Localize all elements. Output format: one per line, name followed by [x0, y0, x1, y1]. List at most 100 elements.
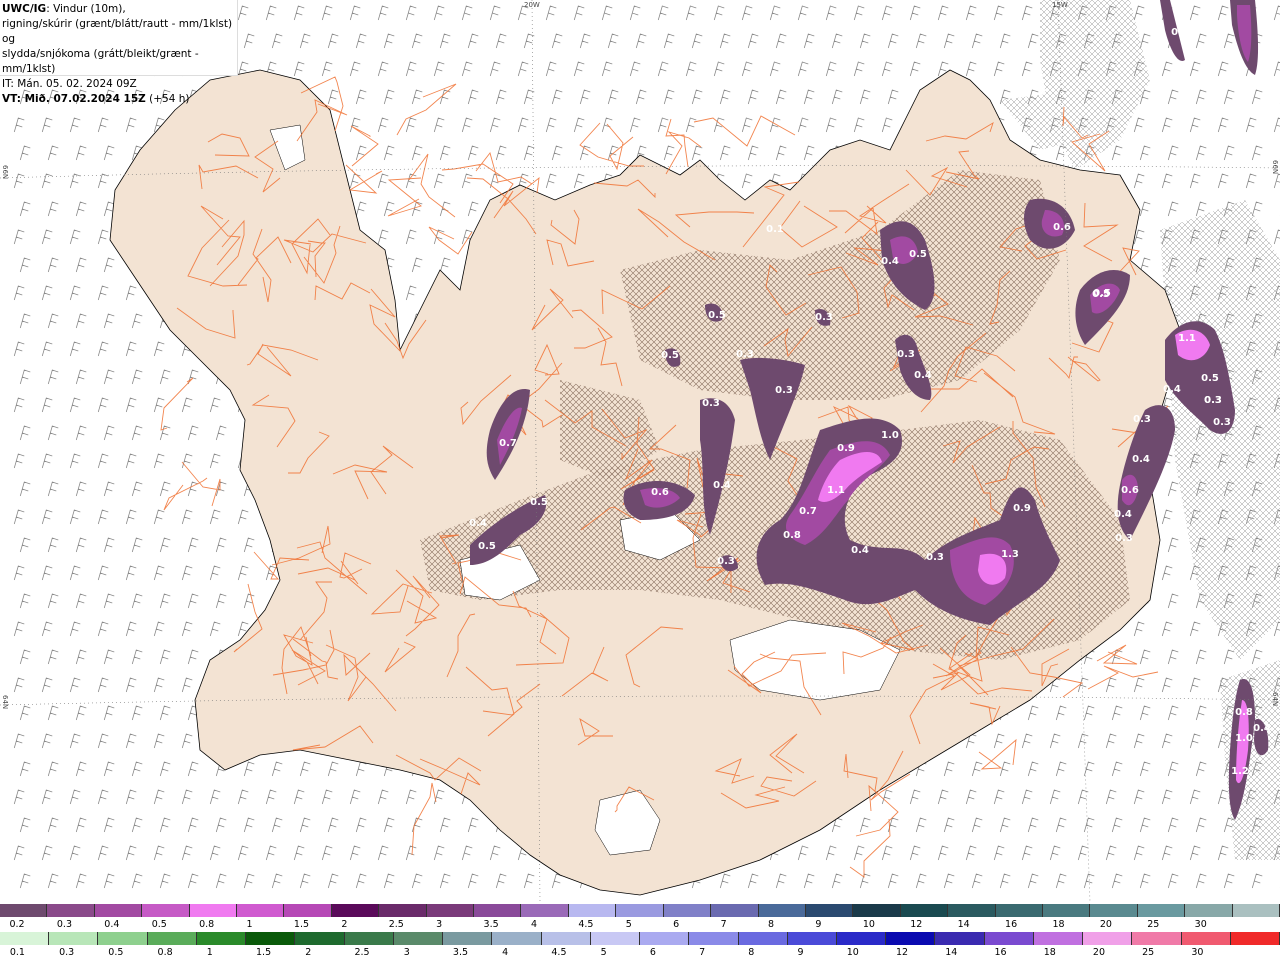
- valid-offset: (+54 h): [145, 93, 190, 105]
- snow-swatch: [1090, 904, 1138, 917]
- rain-swatch: [984, 932, 1034, 945]
- snow-swatch: [616, 904, 664, 917]
- rain-swatch: [1033, 932, 1084, 945]
- precip-value: 1.0: [881, 430, 899, 441]
- lat-label-64n-right: 64N: [1271, 692, 1279, 707]
- precip-value: 0.4: [914, 370, 932, 381]
- rain-label: 25: [1142, 947, 1155, 958]
- snow-swatch: [853, 904, 901, 917]
- precip-value: 0.4: [713, 480, 731, 491]
- rain-swatch: [295, 932, 345, 945]
- precip-value: 0.1: [766, 224, 784, 235]
- precip-value: 0.7: [499, 438, 517, 449]
- snow-label: 3: [436, 919, 443, 930]
- rain-label: 7: [699, 947, 706, 958]
- snow-label: 0.2: [9, 919, 25, 930]
- snow-swatch: [284, 904, 332, 917]
- rain-label: 1.5: [256, 947, 272, 958]
- snow-label: 10: [862, 919, 875, 930]
- precip-value: 0.8: [783, 530, 801, 541]
- rain-label: 4: [502, 947, 509, 958]
- rain-label: 3: [403, 947, 410, 958]
- product-desc-3: slydda/snjókoma (grátt/bleikt/grænt - mm…: [2, 48, 199, 75]
- lat-label-66n-right: 66N: [1271, 160, 1279, 175]
- snow-swatch: [1232, 904, 1280, 917]
- rain-label: 5: [600, 947, 607, 958]
- snow-swatch: [663, 904, 712, 917]
- precip-value: 0.3: [1133, 414, 1151, 425]
- rain-label: 20: [1092, 947, 1106, 958]
- precip-value: 0.3: [717, 556, 735, 567]
- rain-label: 14: [945, 947, 958, 958]
- lon-label-20w: 20W: [524, 1, 540, 9]
- precip-value: 0.3: [1213, 417, 1231, 428]
- rain-label: 1: [206, 947, 213, 958]
- snow-label: 5: [625, 919, 632, 930]
- rain-swatch: [443, 932, 493, 945]
- precip-value: 0.3: [702, 398, 720, 409]
- rain-label: 12: [896, 947, 909, 958]
- snow-label: 9: [815, 919, 822, 930]
- rain-label: 0.5: [108, 947, 124, 958]
- precip-value: 0.3: [1115, 533, 1133, 544]
- snow-label: 1: [246, 919, 253, 930]
- snow-color-scale: [0, 904, 1280, 917]
- precip-value: 0.4: [851, 545, 869, 556]
- precip-value: 1.2: [1231, 766, 1249, 777]
- precip-value: 0.4: [1132, 454, 1150, 465]
- precip-value: 0.5: [661, 350, 679, 361]
- snow-label: 12: [910, 919, 923, 930]
- rain-scale-labels: 0.1 0.3 0.5 0.8 1 1.5 2 2.5 3 3.5 4 4.5 5 6 7 8 9 10 12 14 1…: [0, 947, 1280, 959]
- precip-value: 0.3: [926, 552, 944, 563]
- snow-label: 25: [1147, 919, 1160, 930]
- snow-label: 4.5: [578, 919, 594, 930]
- product-desc-2: rigning/skúrir (grænt/blátt/rautt - mm/1…: [2, 18, 233, 45]
- rain-swatch: [98, 932, 148, 945]
- snow-label: 0.4: [104, 919, 120, 930]
- snow-label: 0.3: [56, 919, 72, 930]
- rain-label: 2.5: [354, 947, 370, 958]
- snow-label: 16: [1005, 919, 1018, 930]
- snow-swatch: [521, 904, 569, 917]
- snow-label: 4: [530, 919, 537, 930]
- rain-color-scale: [0, 932, 1280, 945]
- precip-value: 0.3: [1204, 395, 1222, 406]
- precip-value: 0.5: [1201, 373, 1219, 384]
- precip-value: 0.3: [815, 312, 833, 323]
- rain-swatch: [590, 932, 641, 945]
- precip-value: 0.4: [1253, 723, 1271, 734]
- rain-label: 10: [846, 947, 859, 958]
- rain-label: 4.5: [551, 947, 567, 958]
- issue-time: IT: Mán. 05. 02. 2024 09Z: [2, 78, 137, 90]
- rain-swatch: [1083, 932, 1133, 945]
- snow-label: 8: [768, 919, 775, 930]
- snow-swatch: [711, 904, 759, 917]
- lat-label-66n-left: 66N: [1, 165, 9, 180]
- precip-value: 0.3: [897, 349, 915, 360]
- snow-label: 6: [673, 919, 680, 930]
- precip-value: 0.6: [1053, 222, 1071, 233]
- rain-label: 2: [305, 947, 312, 958]
- precip-value: 0.9: [1013, 503, 1031, 514]
- forecast-map[interactable]: 0.4 0.6 0.4 0.5 0.5 0.3 0.3 0.4 0.3 0.5 0.3 0.5 0.1 0…: [0, 0, 1280, 902]
- precip-value: 0.4: [1163, 384, 1181, 395]
- snow-swatch: [237, 904, 285, 917]
- precip-value: 0.3: [775, 385, 793, 396]
- precip-value: 1.0: [1235, 733, 1253, 744]
- rain-swatch: [541, 932, 591, 945]
- precip-value: 0.7: [799, 506, 817, 517]
- snow-label: 0.5: [151, 919, 167, 930]
- snow-swatch: [758, 904, 806, 917]
- precip-value: 1.1: [827, 485, 845, 496]
- snow-swatch: [189, 904, 238, 917]
- snow-swatch: [47, 904, 95, 917]
- precip-value: 0.5: [530, 497, 548, 508]
- snow-label: 7: [720, 919, 727, 930]
- rain-label: 8: [748, 947, 755, 958]
- rain-label: 30: [1191, 947, 1204, 958]
- snow-scale-labels: 0.2 0.3 0.4 0.5 0.8 1 1.5 2 2.5 3 3.5 4 4.5 5 6 7 8 9 10 12…: [0, 919, 1280, 931]
- precip-value: 0.6: [1121, 485, 1139, 496]
- snow-label: 18: [1052, 919, 1065, 930]
- snow-label: 1.5: [293, 919, 310, 930]
- snow-swatch: [900, 904, 949, 917]
